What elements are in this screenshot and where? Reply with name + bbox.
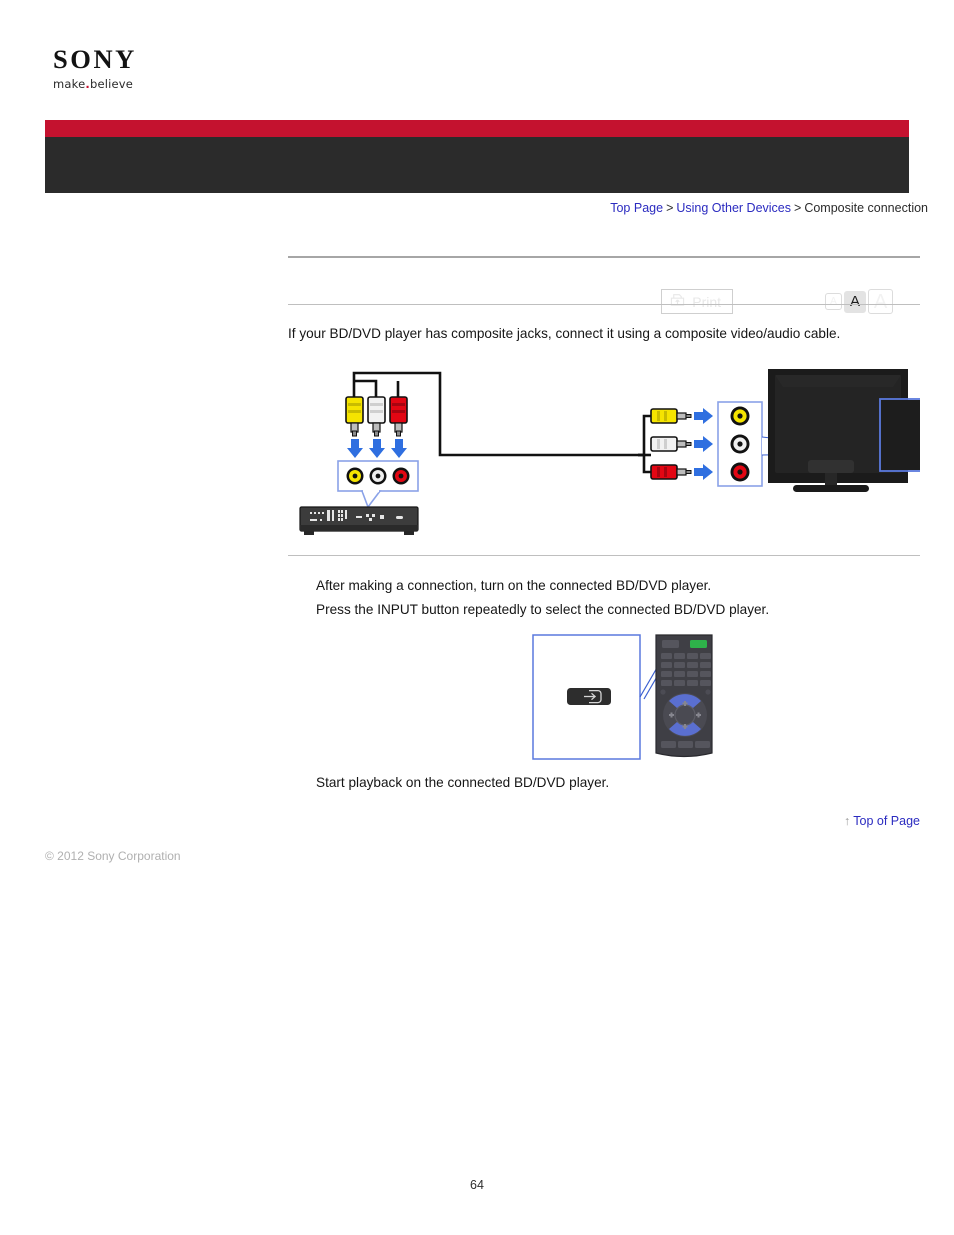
bravia-tv (768, 369, 935, 493)
up-arrow-icon: ↑ (844, 813, 851, 828)
main-content: If your BD/DVD player has composite jack… (288, 256, 935, 828)
page-number: 64 (470, 1178, 484, 1192)
final-step-text: Start playback on the connected BD/DVD p… (316, 774, 610, 790)
tagline-pre: make (53, 77, 86, 91)
remote-illustration (532, 633, 920, 761)
remote-power-button (690, 639, 707, 648)
steps-list: After making a connection, turn on the c… (288, 574, 920, 622)
tagline-post: believe (89, 77, 134, 91)
top-of-page-link-wrap: ↑ Top of Page (288, 814, 920, 828)
top-of-page-link[interactable]: Top of Page (853, 814, 920, 828)
red-accent-bar (45, 120, 909, 137)
intro-text: If your BD/DVD player has composite jack… (288, 326, 841, 341)
step-item-1: After making a connection, turn on the c… (316, 578, 712, 594)
connection-diagram (288, 357, 935, 549)
insert-arrows-tv (694, 408, 713, 481)
breadcrumb-item-top-page[interactable]: Top Page (610, 201, 663, 215)
remote-input-button (662, 639, 679, 648)
breadcrumb: Top Page > Using Other Devices > Composite c… (610, 201, 928, 215)
divider-under-title (288, 304, 920, 305)
bravia-logo: BRAVIA (101, 292, 211, 321)
player-plug-video (345, 396, 364, 437)
player-plug-audio-left (367, 396, 386, 437)
bd-dvd-player (299, 506, 419, 536)
step-item-2: Press the INPUT button repeatedly to sel… (316, 602, 770, 618)
tv-plug-video (650, 408, 692, 425)
sony-wordmark: SONY (53, 45, 137, 74)
sony-logo: SONY make.believe (53, 47, 233, 92)
player-plug-audio-right (389, 396, 408, 437)
tv-plug-audio-right (650, 464, 692, 481)
insert-arrows-player (347, 439, 407, 459)
player-jack-callout (337, 460, 419, 509)
tv-plug-audio-left (650, 436, 692, 453)
sony-tagline: make.believe (53, 77, 233, 91)
breadcrumb-separator: > (666, 201, 674, 215)
divider-below-diagram (288, 555, 920, 557)
breadcrumb-separator: > (794, 201, 802, 215)
remote-illustration-svg (532, 633, 713, 760)
breadcrumb-current: Composite connection (804, 201, 928, 215)
page-title (288, 258, 920, 304)
manual-page: SONY make.believe BRAVIA Print Font Size… (0, 0, 954, 1235)
tv-jack-callout (717, 401, 763, 488)
breadcrumb-item-using-other-devices[interactable]: Using Other Devices (676, 201, 791, 215)
header-bar: BRAVIA Print Font Size A A A (45, 137, 909, 321)
connection-diagram-svg (299, 369, 935, 536)
input-button-callout (567, 687, 611, 705)
remote-control (655, 634, 713, 757)
copyright-text: © 2012 Sony Corporation (45, 849, 181, 863)
